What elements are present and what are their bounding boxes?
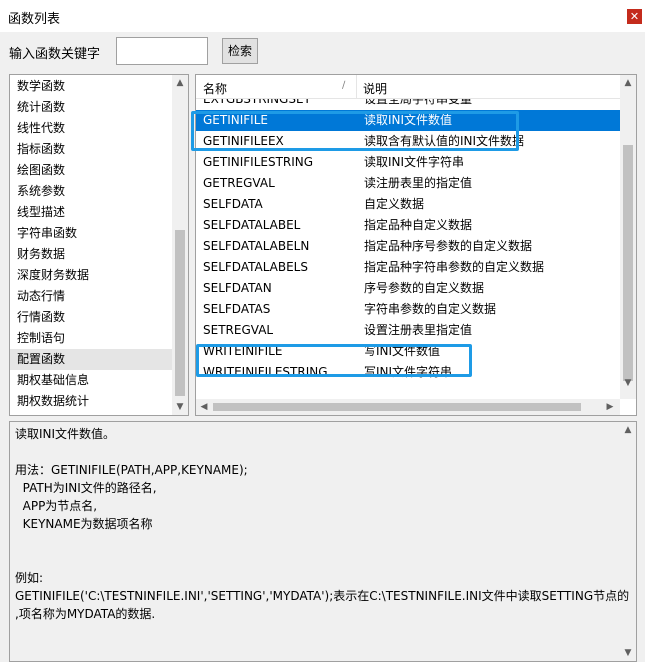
- category-item[interactable]: 线性代数: [10, 118, 172, 139]
- column-header-description[interactable]: 说明: [363, 80, 387, 97]
- table-row[interactable]: SETREGVAL 设置注册表里指定值: [196, 320, 620, 341]
- scroll-down-icon[interactable]: ▼: [172, 399, 188, 415]
- scroll-up-icon[interactable]: ▲: [620, 75, 636, 91]
- function-description: 读取INI文件字符串: [364, 155, 465, 169]
- category-item[interactable]: 财务数据: [10, 244, 172, 265]
- function-name: SELFDATALABEL: [203, 218, 301, 232]
- category-item[interactable]: 控制语句: [10, 328, 172, 349]
- scroll-thumb[interactable]: [623, 145, 633, 381]
- function-description: 读注册表里的指定值: [364, 176, 473, 190]
- category-item[interactable]: 期权数据统计: [10, 391, 172, 412]
- table-row[interactable]: GETREGVAL 读注册表里的指定值: [196, 173, 620, 194]
- column-header-name[interactable]: 名称: [203, 80, 227, 97]
- function-description: 自定义数据: [364, 197, 425, 211]
- description-line: 例如:: [15, 571, 44, 585]
- category-item[interactable]: 数学函数: [10, 76, 172, 97]
- function-description: 设置注册表里指定值: [364, 323, 473, 337]
- category-item[interactable]: 统计函数: [10, 97, 172, 118]
- category-item[interactable]: 深度财务数据: [10, 265, 172, 286]
- category-item[interactable]: 行情函数: [10, 307, 172, 328]
- table-row[interactable]: SELFDATAS 字符串参数的自定义数据: [196, 299, 620, 320]
- table-vertical-scrollbar[interactable]: ▲ ▼: [620, 75, 636, 399]
- function-description: 指定品种自定义数据: [364, 218, 473, 232]
- category-item[interactable]: 动态行情: [10, 286, 172, 307]
- table-header: 名称 ∕ 说明: [196, 75, 620, 99]
- column-divider[interactable]: [356, 75, 357, 98]
- description-textarea[interactable]: 读取INI文件数值。 用法：GETINIFILE(PATH,APP,KEYNAM…: [9, 421, 637, 662]
- category-item[interactable]: 期权基础信息: [10, 370, 172, 391]
- category-item[interactable]: 字符串函数: [10, 223, 172, 244]
- sort-icon: ∕: [342, 80, 346, 91]
- close-button[interactable]: ✕: [627, 9, 642, 24]
- description-scrollbar[interactable]: ▲ ▼: [620, 422, 636, 661]
- scroll-thumb[interactable]: [175, 230, 185, 396]
- function-name: SELFDATAN: [203, 281, 272, 295]
- search-button[interactable]: 检索: [222, 38, 258, 64]
- description-text: 读取INI文件数值。 用法：GETINIFILE(PATH,APP,KEYNAM…: [15, 425, 630, 623]
- description-line: 读取INI文件数值。: [15, 427, 116, 441]
- scroll-left-icon[interactable]: ◀: [196, 399, 212, 415]
- description-line: [15, 443, 620, 461]
- keyword-input[interactable]: [116, 37, 208, 65]
- scroll-down-icon[interactable]: ▼: [620, 645, 636, 661]
- highlight-box-writeinifile: [196, 344, 472, 377]
- highlight-box-getinifile: [191, 111, 519, 151]
- function-name: EXTGBSTRINGSET: [203, 99, 311, 106]
- description-line: KEYNAME为数据项名称: [15, 517, 153, 531]
- scroll-down-icon[interactable]: ▼: [620, 375, 636, 391]
- scroll-up-icon[interactable]: ▲: [172, 75, 188, 91]
- keyword-label: 输入函数关键字: [9, 47, 101, 62]
- description-line: PATH为INI文件的路径名,: [15, 481, 157, 495]
- description-line: ,项名称为MYDATA的数据.: [15, 607, 156, 621]
- function-name: SELFDATAS: [203, 302, 271, 316]
- description-line: [15, 551, 620, 569]
- window-title: 函数列表: [8, 12, 61, 27]
- function-name: SELFDATALABELS: [203, 260, 308, 274]
- function-name: SELFDATA: [203, 197, 263, 211]
- category-scrollbar[interactable]: ▲ ▼: [172, 75, 188, 415]
- category-item[interactable]: 线型描述: [10, 202, 172, 223]
- category-item[interactable]: 绘图函数: [10, 160, 172, 181]
- table-row[interactable]: SELFDATALABEL 指定品种自定义数据: [196, 215, 620, 236]
- function-name: SETREGVAL: [203, 323, 274, 337]
- function-name: GETINIFILESTRING: [203, 155, 314, 169]
- title-bar: 函数列表 ✕: [0, 0, 645, 32]
- table-horizontal-scrollbar[interactable]: ◀ ▶: [196, 399, 620, 415]
- function-description: 指定品种字符串参数的自定义数据: [364, 260, 545, 274]
- function-description: 设置全局字符串变量: [364, 99, 473, 106]
- function-description: 字符串参数的自定义数据: [364, 302, 497, 316]
- description-line: APP为节点名,: [15, 499, 98, 513]
- description-line: [15, 533, 620, 551]
- table-row[interactable]: GETINIFILESTRING 读取INI文件字符串: [196, 152, 620, 173]
- description-line: 用法：GETINIFILE(PATH,APP,KEYNAME);: [15, 463, 248, 477]
- category-item-selected[interactable]: 配置函数: [10, 349, 172, 370]
- category-list[interactable]: 数学函数 统计函数 线性代数 指标函数 绘图函数 系统参数 线型描述 字符串函数…: [9, 74, 189, 416]
- description-line: GETINIFILE('C:\TESTNINFILE.INI','SETTING…: [15, 589, 630, 603]
- table-row[interactable]: SELFDATA 自定义数据: [196, 194, 620, 215]
- function-description: 序号参数的自定义数据: [364, 281, 485, 295]
- function-description: 指定品种序号参数的自定义数据: [364, 239, 533, 253]
- scroll-right-icon[interactable]: ▶: [602, 399, 618, 415]
- scroll-up-icon[interactable]: ▲: [620, 422, 636, 438]
- table-row[interactable]: SELFDATALABELN 指定品种序号参数的自定义数据: [196, 236, 620, 257]
- category-item[interactable]: 系统参数: [10, 181, 172, 202]
- function-name: SELFDATALABELN: [203, 239, 310, 253]
- scroll-thumb[interactable]: [213, 403, 581, 411]
- function-name: GETREGVAL: [203, 176, 275, 190]
- category-item[interactable]: 指标函数: [10, 139, 172, 160]
- table-row[interactable]: SELFDATAN 序号参数的自定义数据: [196, 278, 620, 299]
- table-row[interactable]: EXTGBSTRINGSET 设置全局字符串变量: [196, 99, 620, 110]
- table-row[interactable]: SELFDATALABELS 指定品种字符串参数的自定义数据: [196, 257, 620, 278]
